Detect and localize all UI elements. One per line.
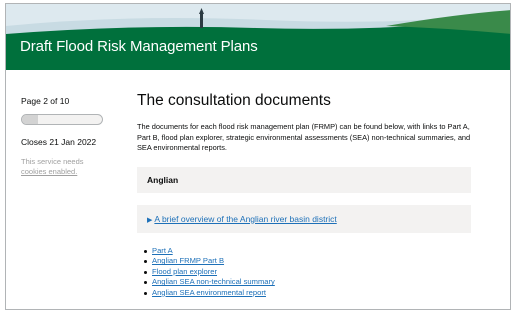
- overview-link-text: A brief overview of the Anglian river ba…: [154, 213, 337, 224]
- triangle-right-icon: ▶: [147, 216, 153, 224]
- cookies-link[interactable]: cookies enabled.: [21, 167, 77, 176]
- sidebar: Page 2 of 10 Closes 21 Jan 2022 This ser…: [21, 96, 111, 177]
- document-link-flood-plan-explorer[interactable]: Flood plan explorer: [152, 267, 217, 276]
- list-item: Part A: [144, 246, 477, 257]
- document-link-sea-report[interactable]: Anglian SEA environmental report: [152, 288, 266, 297]
- document-list: Part A Anglian FRMP Part B Flood plan ex…: [137, 246, 477, 299]
- region-heading-box: Anglian: [137, 166, 471, 193]
- page-counter: Page 2 of 10: [21, 96, 70, 106]
- closing-date: Closes 21 Jan 2022: [21, 137, 97, 147]
- intro-paragraph: The documents for each flood risk manage…: [137, 122, 471, 152]
- overview-toggle-link[interactable]: ▶ A brief overview of the Anglian river b…: [147, 214, 337, 224]
- list-item: Anglian SEA environmental report: [144, 288, 477, 299]
- list-item: Flood plan explorer: [144, 267, 477, 278]
- progress-bar: [21, 114, 103, 125]
- list-item: Anglian SEA non-technical summary: [144, 277, 477, 288]
- main-content: The consultation documents The documents…: [137, 92, 477, 298]
- landscape-banner-graphic: [6, 4, 510, 70]
- list-item: Anglian FRMP Part B: [144, 256, 477, 267]
- page-title: The consultation documents: [137, 92, 331, 109]
- header-banner: Draft Flood Risk Management Plans: [6, 4, 510, 70]
- region-heading: Anglian: [147, 174, 179, 185]
- service-note: This service needs cookies enabled.: [21, 157, 111, 177]
- document-link-sea-summary[interactable]: Anglian SEA non-technical summary: [152, 277, 275, 286]
- service-note-text: This service needs: [21, 157, 84, 166]
- document-link-part-b[interactable]: Anglian FRMP Part B: [152, 256, 224, 265]
- page-frame: Draft Flood Risk Management Plans Page 2…: [5, 3, 511, 310]
- document-link-part-a[interactable]: Part A: [152, 246, 173, 255]
- progress-bar-fill: [22, 115, 38, 124]
- service-title[interactable]: Draft Flood Risk Management Plans: [20, 38, 258, 55]
- overview-details: ▶ A brief overview of the Anglian river b…: [137, 204, 471, 233]
